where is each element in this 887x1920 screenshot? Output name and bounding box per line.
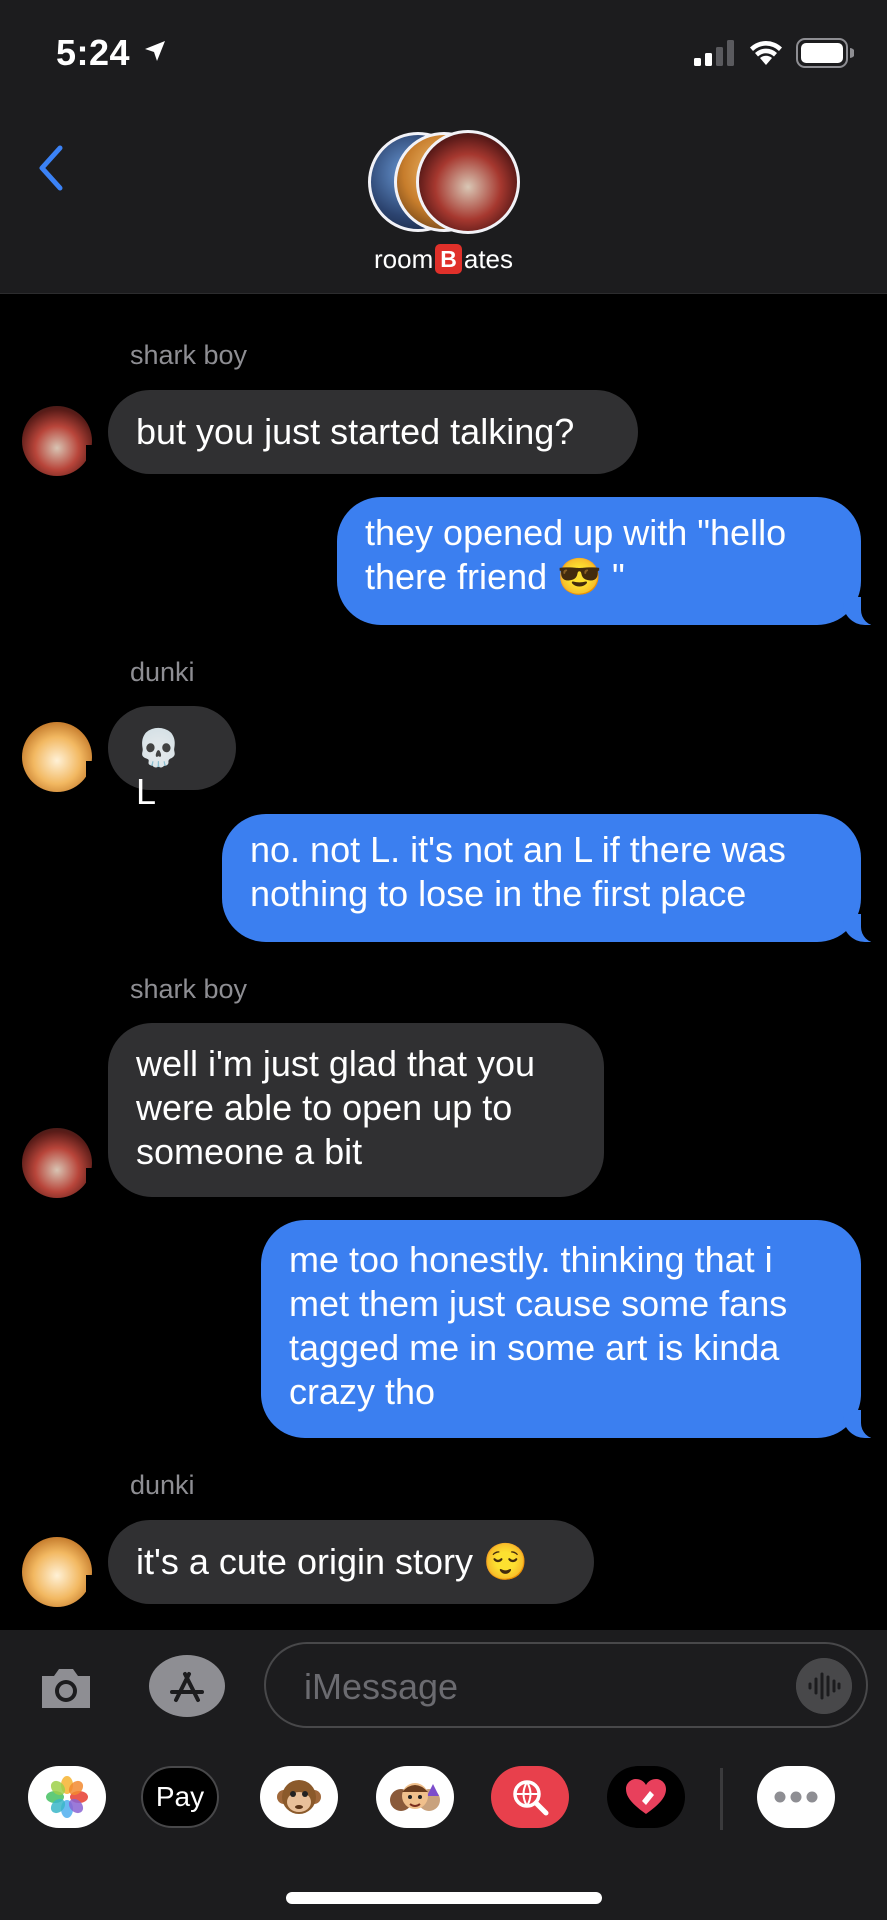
clock: 5:24 xyxy=(56,32,131,73)
imessage-input[interactable]: iMessage xyxy=(264,1642,868,1728)
sender-avatar[interactable] xyxy=(22,406,92,476)
message-text: " xyxy=(601,556,625,597)
memoji-stickers-button[interactable] xyxy=(376,1766,454,1828)
cellular-signal-icon xyxy=(694,40,734,66)
sender-name: shark boy xyxy=(130,974,248,1004)
group-name[interactable]: room Bates xyxy=(0,244,887,275)
digital-touch-button[interactable] xyxy=(607,1766,685,1828)
back-chevron-icon[interactable] xyxy=(28,138,78,198)
message-text: met them just cause some fans xyxy=(289,1283,788,1324)
message-text: L xyxy=(136,771,157,812)
animoji-button[interactable] xyxy=(260,1766,338,1828)
sender-avatar[interactable] xyxy=(22,1128,92,1198)
compose-bar: iMessage Pay xyxy=(0,1630,887,1920)
message-text: it's a cute origin story xyxy=(136,1541,484,1582)
sender-name: dunki xyxy=(130,657,195,687)
emoji-sunglasses: 😎 xyxy=(557,556,602,597)
message-text: were able to open up to xyxy=(136,1087,513,1128)
location-arrow-icon xyxy=(145,41,165,61)
message-text-line: there friend 😎 " xyxy=(365,555,833,599)
camera-icon[interactable] xyxy=(36,1658,96,1718)
message-text: someone a bit xyxy=(136,1131,363,1172)
imessage-placeholder: iMessage xyxy=(304,1666,459,1707)
message-text: but you just started talking? xyxy=(136,411,575,452)
apple-pay-button[interactable]: Pay xyxy=(141,1766,219,1828)
sender-avatar[interactable] xyxy=(22,1537,92,1607)
member-avatar xyxy=(416,130,520,234)
message-text: there friend xyxy=(365,556,558,597)
sender-avatar[interactable] xyxy=(22,722,92,792)
incoming-message-bubble[interactable]: 💀 L xyxy=(86,706,236,812)
monkey-animoji-icon xyxy=(277,1780,321,1814)
message-text: nothing to lose in the first place xyxy=(250,873,747,914)
message-text: no. not L. it's not an L if there was xyxy=(250,829,786,870)
conversation-header: room Bates xyxy=(0,110,887,294)
group-name-prefix: room xyxy=(373,244,434,274)
photos-app-button[interactable] xyxy=(28,1766,106,1828)
message-text: well i'm just glad that you xyxy=(136,1043,536,1084)
sender-name: dunki xyxy=(130,1470,195,1500)
audio-message-icon[interactable] xyxy=(796,1658,852,1714)
images-search-button[interactable] xyxy=(491,1766,569,1828)
message-text: they opened up with "hello xyxy=(365,512,787,553)
ellipsis-icon xyxy=(774,1791,818,1803)
more-apps-button[interactable] xyxy=(757,1766,835,1828)
heart-touch-icon xyxy=(626,1779,666,1814)
b-button-emoji: B xyxy=(435,244,462,274)
memoji-stickers-icon xyxy=(390,1783,440,1811)
incoming-message-bubble[interactable]: but you just started talking? xyxy=(86,390,638,475)
battery-icon xyxy=(796,38,854,68)
outgoing-message-bubble[interactable]: no. not L. it's not an L if there was no… xyxy=(222,814,883,943)
photos-flower-icon xyxy=(46,1776,88,1818)
message-text: crazy tho xyxy=(289,1371,436,1412)
app-store-icon[interactable] xyxy=(148,1654,226,1718)
incoming-message-bubble[interactable]: it's a cute origin story 😌 xyxy=(86,1520,594,1605)
message-text: tagged me in some art is kinda xyxy=(289,1327,780,1368)
apple-pay-label: Pay xyxy=(155,1781,205,1812)
sender-name: shark boy xyxy=(130,340,248,370)
emoji-relieved-face: 😌 xyxy=(483,1541,528,1582)
tray-separator xyxy=(720,1768,723,1830)
wifi-icon xyxy=(750,41,782,65)
outgoing-message-bubble[interactable]: me too honestly. thinking that i met the… xyxy=(261,1220,883,1439)
message-text: me too honestly. thinking that i xyxy=(289,1239,773,1280)
group-avatar-stack[interactable] xyxy=(368,130,520,234)
app-drawer: Pay xyxy=(0,1758,887,1838)
status-bar: 5:24 xyxy=(0,0,887,110)
globe-search-icon xyxy=(513,1780,549,1816)
emoji-skull: 💀 xyxy=(136,727,181,768)
outgoing-message-bubble[interactable]: they opened up with "hello there friend … xyxy=(337,497,883,626)
group-name-suffix: ates xyxy=(463,244,514,274)
home-indicator[interactable] xyxy=(286,1892,602,1904)
incoming-message-bubble[interactable]: well i'm just glad that you were able to… xyxy=(86,1023,604,1198)
